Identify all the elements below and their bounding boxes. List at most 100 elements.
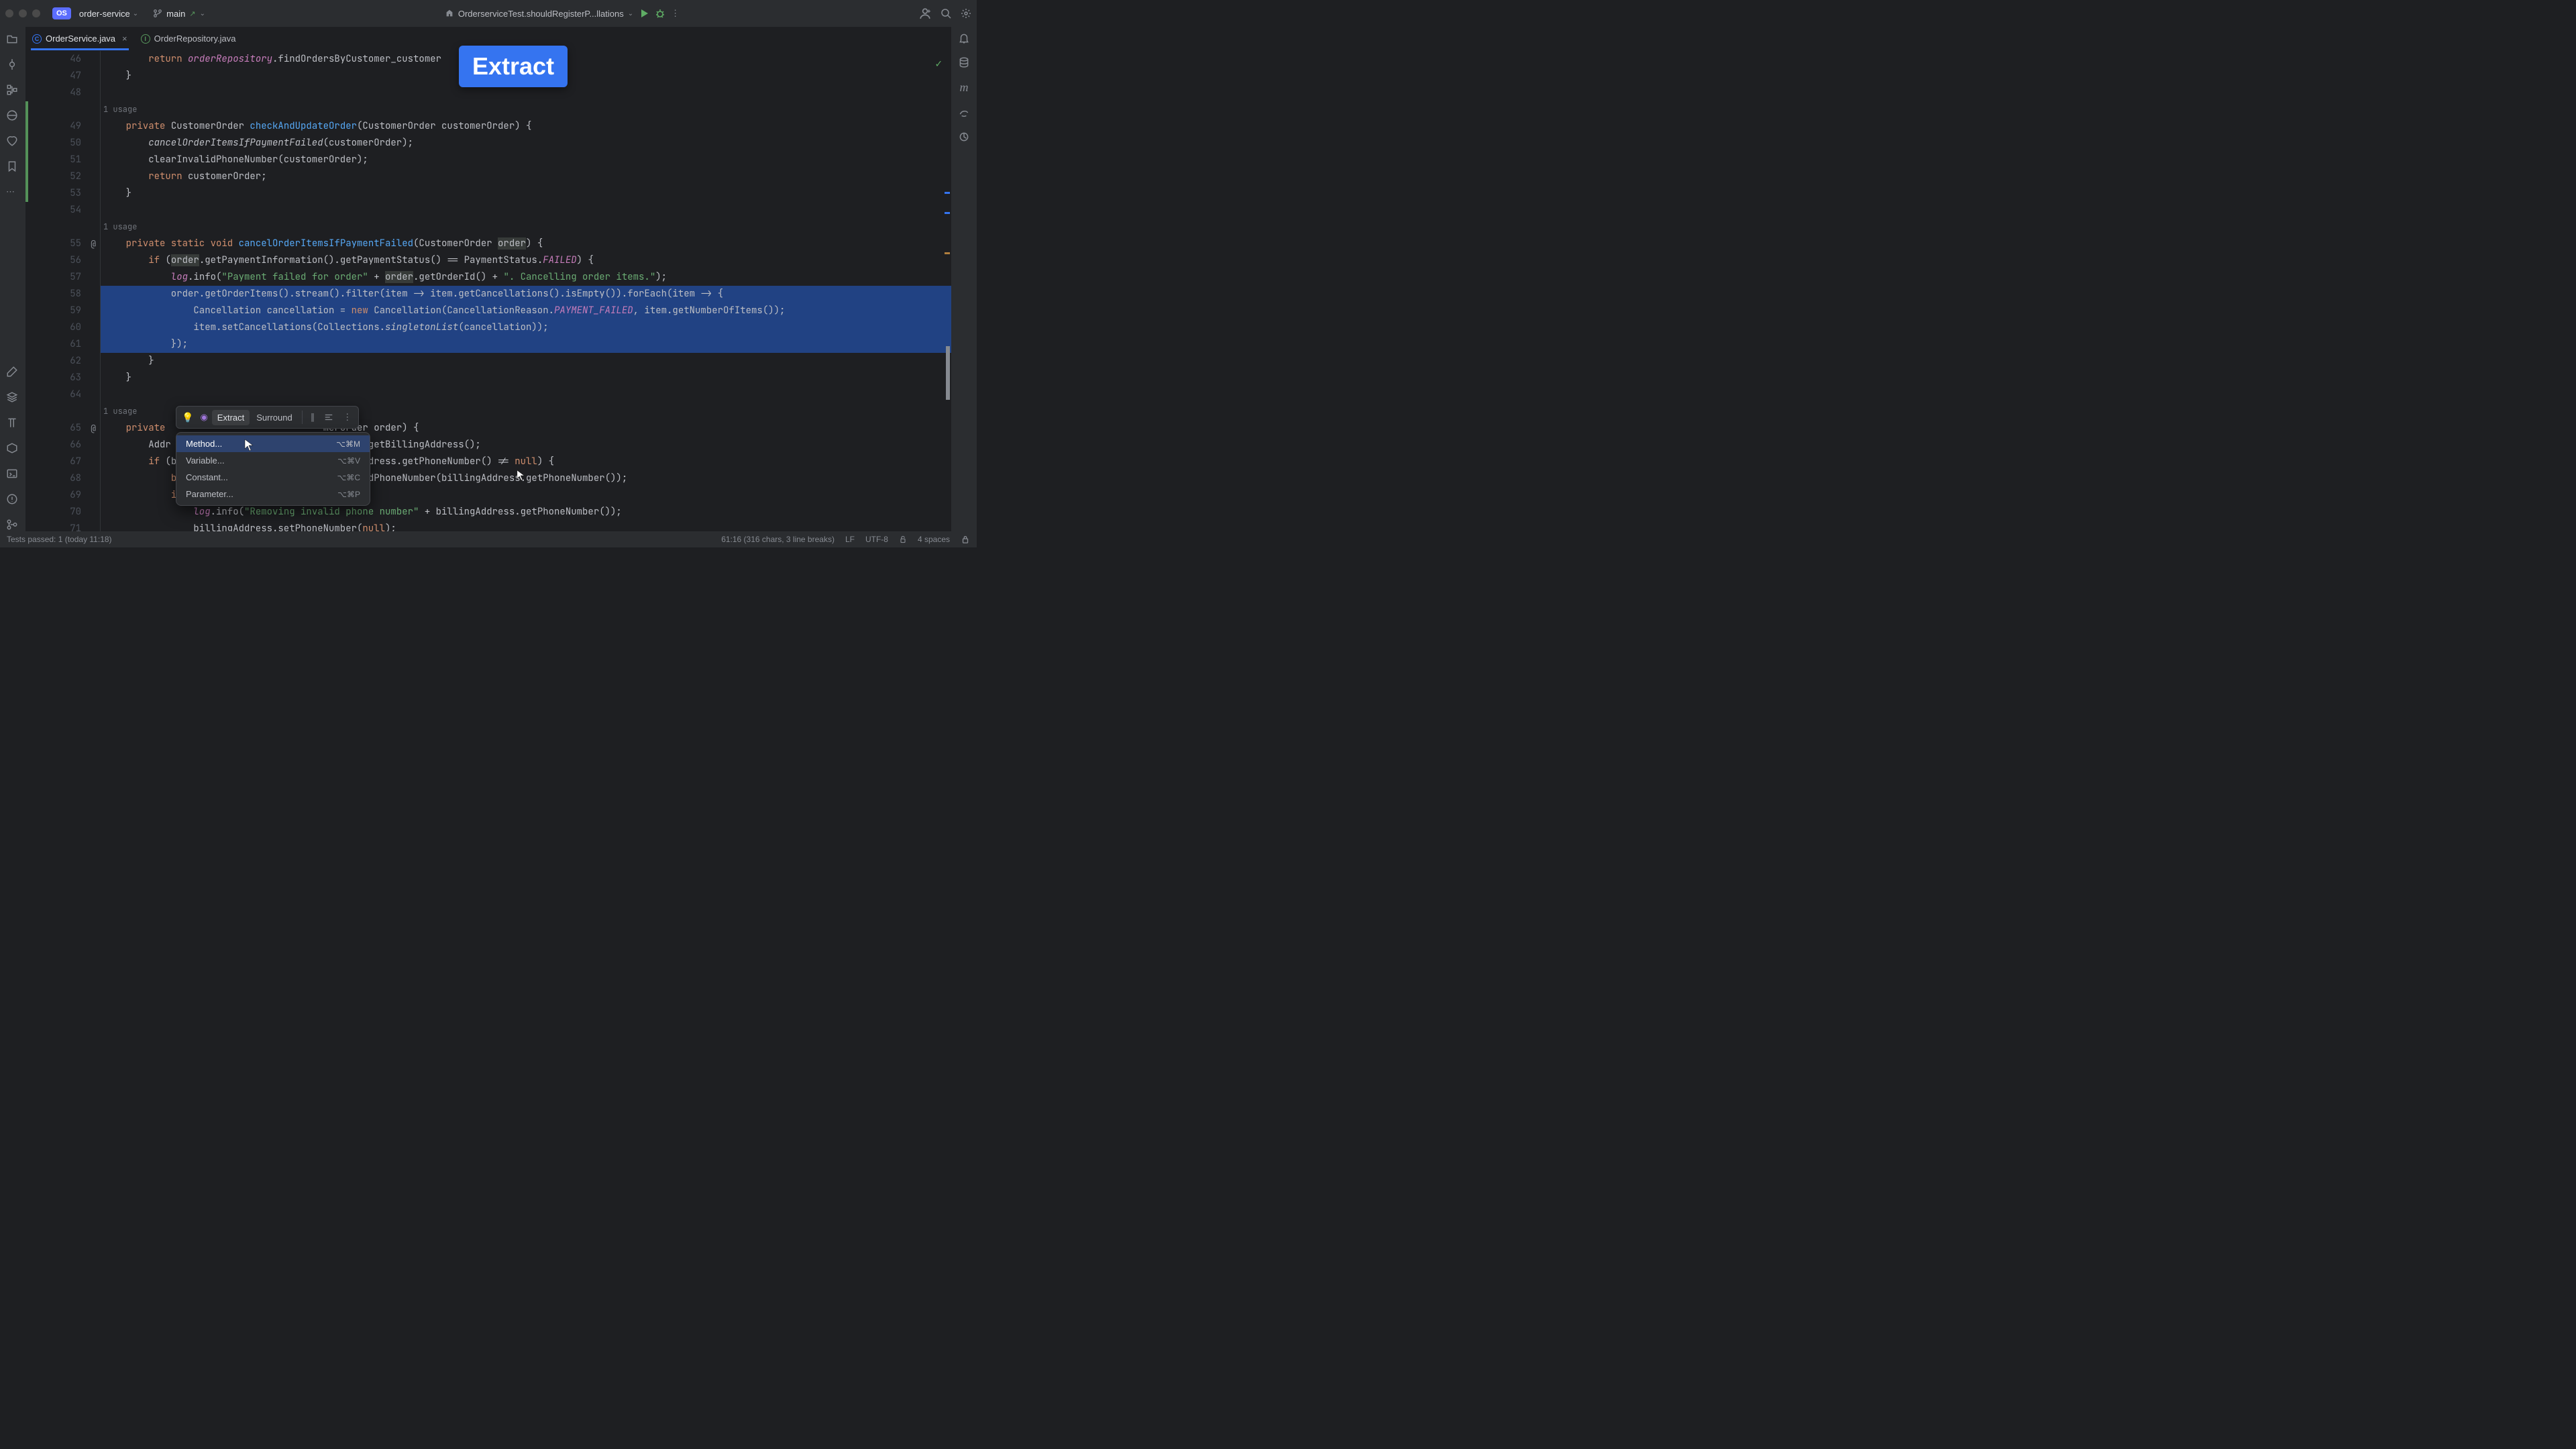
- code-line[interactable]: });: [101, 336, 951, 353]
- comment-icon[interactable]: ∥: [307, 412, 319, 423]
- code-line[interactable]: item.setCancellations(Collections.single…: [101, 319, 951, 336]
- extract-menu-item[interactable]: Constant...⌥⌘C: [176, 469, 370, 486]
- code-line[interactable]: }: [101, 185, 951, 202]
- stripe-warning[interactable]: [945, 252, 950, 254]
- usage-hint[interactable]: 1 usage: [101, 219, 951, 235]
- caret-position[interactable]: 61:16 (316 chars, 3 line breaks): [721, 535, 835, 544]
- project-selector[interactable]: order-service ⌄: [79, 9, 138, 19]
- chevron-down-icon: ⌄: [200, 10, 205, 17]
- endpoints-tool-icon[interactable]: [6, 109, 19, 122]
- code-line[interactable]: private CustomerOrder checkAndUpdateOrde…: [101, 118, 951, 135]
- bookmarks-tool-icon[interactable]: [6, 160, 19, 173]
- readonly-toggle-icon[interactable]: [899, 535, 907, 543]
- database-tool-icon[interactable]: [958, 56, 970, 68]
- debug-button[interactable]: [655, 8, 665, 19]
- commit-tool-icon[interactable]: [6, 58, 19, 71]
- structure-tool-icon[interactable]: [6, 83, 19, 97]
- stripe-mark[interactable]: [945, 212, 950, 214]
- code-editor[interactable]: 464748 495051525354 55@56575859606162636…: [25, 51, 951, 531]
- code-line[interactable]: log.info("Payment failed for order" + or…: [101, 269, 951, 286]
- code-line[interactable]: }: [101, 353, 951, 370]
- status-bar: Tests passed: 1 (today 11:18) 61:16 (316…: [0, 531, 977, 547]
- vcs-tool-icon[interactable]: [6, 518, 19, 531]
- more-icon[interactable]: ⋮: [339, 412, 356, 423]
- code-line[interactable]: [101, 202, 951, 219]
- services-tool-icon[interactable]: [6, 441, 19, 455]
- tests-status[interactable]: Tests passed: 1 (today 11:18): [7, 535, 112, 544]
- problems-tool-icon[interactable]: [6, 492, 19, 506]
- extract-action[interactable]: Extract: [212, 410, 250, 425]
- file-encoding[interactable]: UTF-8: [865, 535, 888, 544]
- vcs-branch[interactable]: main ↗ ⌄: [153, 9, 205, 19]
- build-tool-icon[interactable]: [6, 365, 19, 378]
- code-line[interactable]: log.info("Removing invalid phone number"…: [101, 504, 951, 521]
- run-configuration[interactable]: OrderserviceTest.shouldRegisterP...llati…: [445, 9, 633, 19]
- todo-tool-icon[interactable]: [6, 416, 19, 429]
- stripe-scrollbar[interactable]: [946, 346, 950, 400]
- stripe-caret[interactable]: [945, 192, 950, 194]
- indent-info[interactable]: 4 spaces: [918, 535, 950, 544]
- code-line[interactable]: [101, 386, 951, 403]
- floating-hint-label: Extract: [459, 46, 568, 87]
- extract-menu-item[interactable]: Variable...⌥⌘V: [176, 452, 370, 469]
- tab-label: OrderRepository.java: [154, 34, 236, 44]
- lock-icon[interactable]: [961, 535, 970, 544]
- code-line[interactable]: Cancellation cancellation = new Cancella…: [101, 303, 951, 319]
- code-line[interactable]: if (order.getPaymentInformation().getPay…: [101, 252, 951, 269]
- arrow-up-icon: ↗: [189, 9, 195, 18]
- project-name-label: order-service: [79, 9, 130, 19]
- gutter[interactable]: 464748 495051525354 55@56575859606162636…: [25, 51, 101, 531]
- notifications-icon[interactable]: [958, 32, 970, 44]
- reformat-icon[interactable]: [320, 413, 337, 422]
- intention-action-bar: 💡 ◉ Extract Surround ∥ ⋮: [176, 406, 359, 429]
- error-stripe[interactable]: [943, 51, 951, 531]
- more-actions-icon[interactable]: ⋮: [671, 8, 680, 19]
- pull-requests-icon[interactable]: [6, 134, 19, 148]
- extract-menu-item[interactable]: Parameter...⌥⌘P: [176, 486, 370, 502]
- project-tool-icon[interactable]: [6, 32, 19, 46]
- code-line[interactable]: clearInvalidPhoneNumber(customerOrder);: [101, 152, 951, 168]
- window-controls: [5, 9, 40, 17]
- titlebar: OS order-service ⌄ main ↗ ⌄ Orderservice…: [0, 0, 977, 27]
- code-line[interactable]: }: [101, 370, 951, 386]
- code-line[interactable]: return customerOrder;: [101, 168, 951, 185]
- left-toolwindow-bar: ⋯: [0, 27, 25, 531]
- analysis-ok-icon[interactable]: ✓: [935, 55, 942, 72]
- close-window[interactable]: [5, 9, 13, 17]
- more-tools-icon[interactable]: ⋯: [6, 185, 19, 199]
- override-gutter-icon[interactable]: @: [91, 235, 96, 252]
- right-toolwindow-bar: m: [951, 27, 977, 531]
- maven-tool-icon[interactable]: m: [960, 80, 969, 95]
- surround-action[interactable]: Surround: [251, 410, 297, 425]
- zoom-window[interactable]: [32, 9, 40, 17]
- branch-name: main: [166, 9, 185, 19]
- settings-icon[interactable]: [961, 8, 971, 19]
- interface-icon: I: [141, 34, 150, 44]
- code-line[interactable]: billingAddress.setPhoneNumber(null);: [101, 521, 951, 531]
- gradle-tool-icon[interactable]: [958, 107, 970, 119]
- extract-menu-item[interactable]: Method...⌥⌘M: [176, 435, 370, 452]
- code-line[interactable]: cancelOrderItemsIfPaymentFailed(customer…: [101, 135, 951, 152]
- usage-hint[interactable]: 1 usage: [101, 101, 951, 118]
- line-separator[interactable]: LF: [845, 535, 855, 544]
- tab-orderservice[interactable]: C OrderService.java ×: [25, 27, 134, 50]
- search-icon[interactable]: [941, 8, 951, 19]
- minimize-window[interactable]: [19, 9, 27, 17]
- ai-icon[interactable]: ◉: [197, 412, 210, 423]
- run-button[interactable]: [639, 8, 649, 19]
- layers-tool-icon[interactable]: [6, 390, 19, 404]
- chevron-down-icon: ⌄: [133, 10, 138, 17]
- intention-bulb-icon[interactable]: 💡: [179, 412, 196, 423]
- build-icon: [445, 9, 454, 18]
- override-gutter-icon[interactable]: @: [91, 420, 96, 437]
- close-icon[interactable]: ×: [122, 34, 127, 44]
- code-line[interactable]: order.getOrderItems().stream().filter(it…: [101, 286, 951, 303]
- code-line[interactable]: private static void cancelOrderItemsIfPa…: [101, 235, 951, 252]
- coverage-tool-icon[interactable]: [958, 131, 970, 143]
- code-with-me-icon[interactable]: [919, 7, 931, 19]
- terminal-tool-icon[interactable]: [6, 467, 19, 480]
- extract-menu: Method...⌥⌘MVariable...⌥⌘VConstant...⌥⌘C…: [176, 432, 370, 506]
- tab-label: OrderService.java: [46, 34, 115, 44]
- tab-orderrepository[interactable]: I OrderRepository.java: [134, 27, 243, 50]
- separator: [302, 411, 303, 424]
